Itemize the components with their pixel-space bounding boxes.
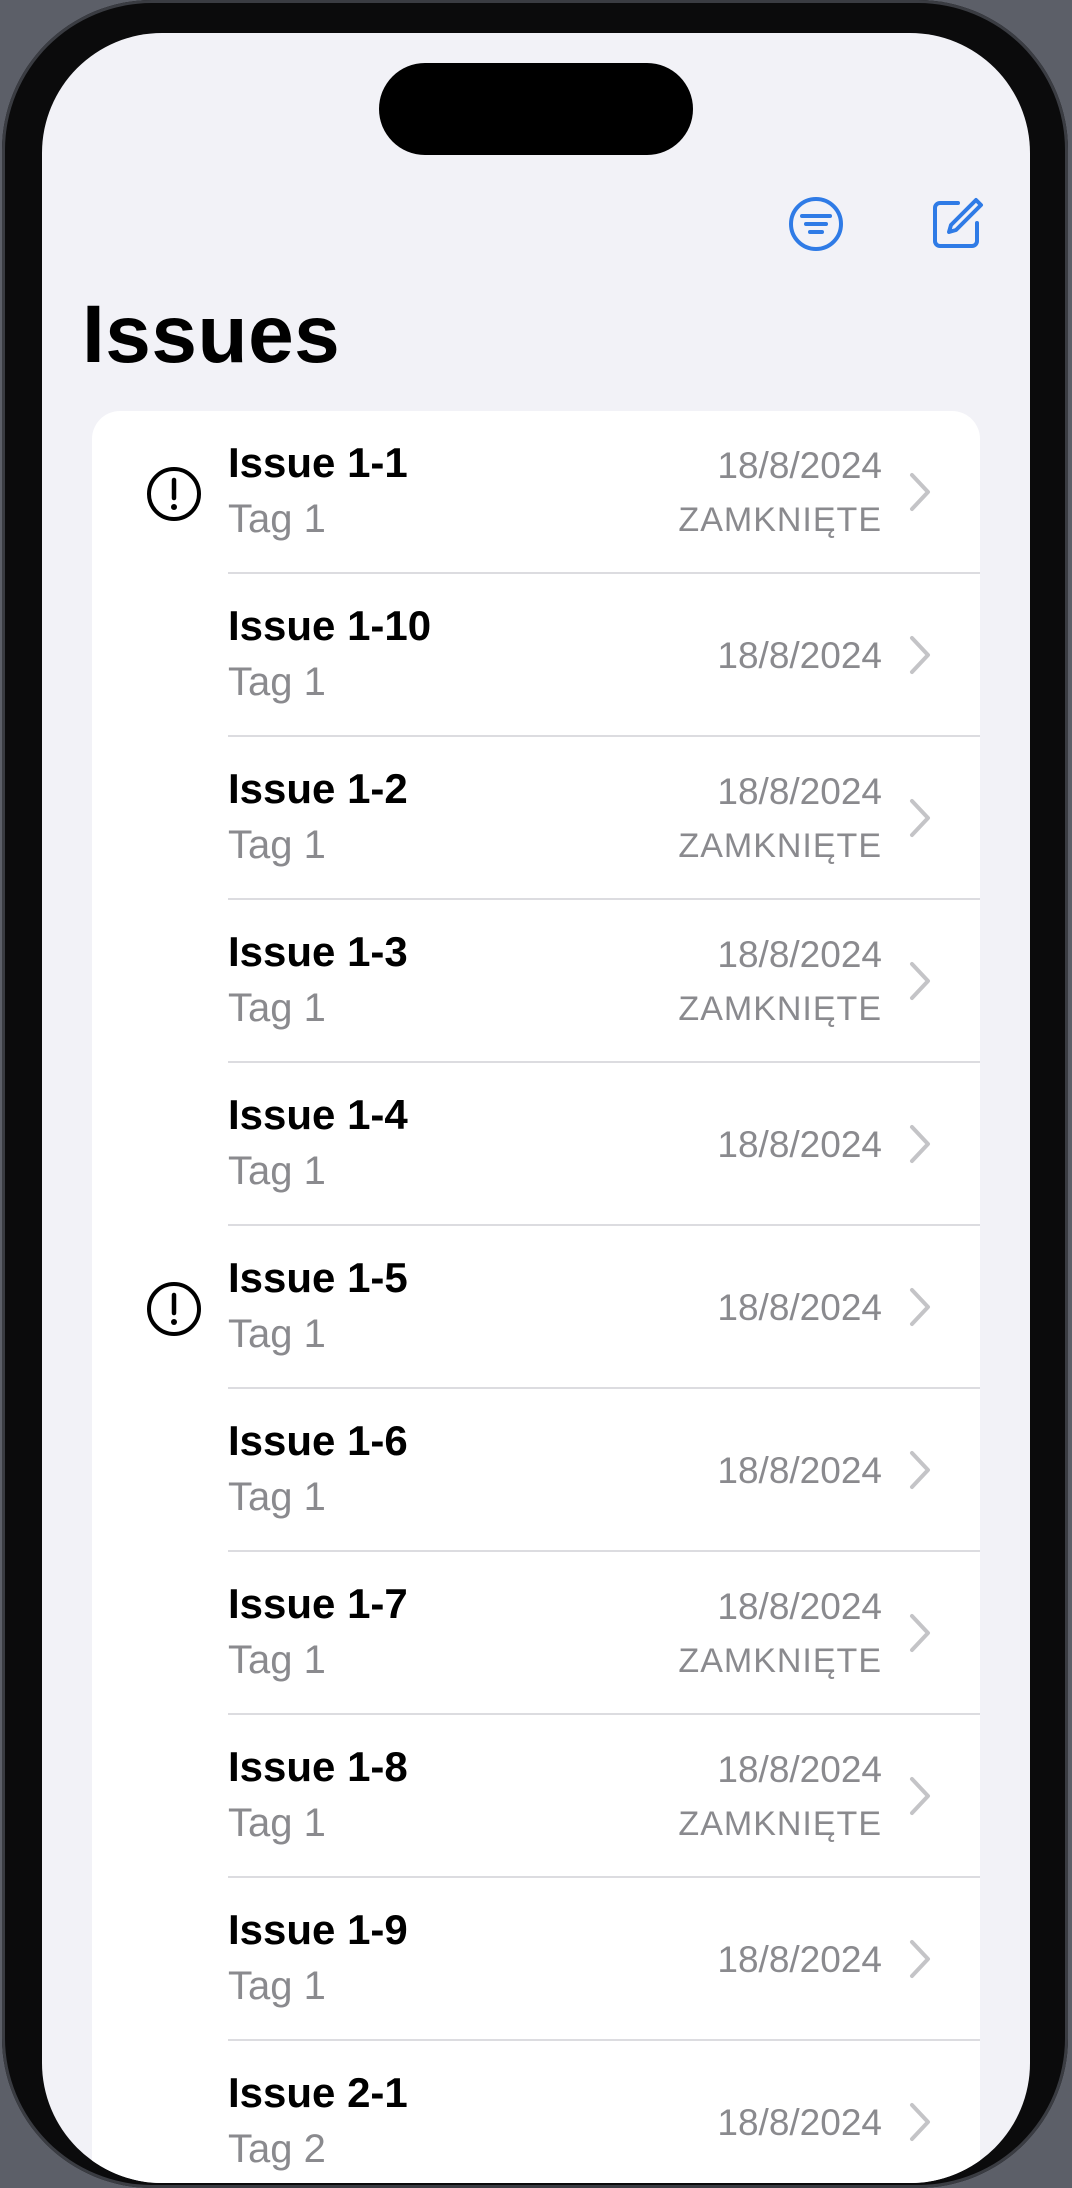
chevron-right-icon — [910, 799, 930, 837]
issue-meta: 18/8/2024 — [717, 1226, 882, 1389]
issue-tag: Tag 1 — [228, 1312, 326, 1356]
issue-tag: Tag 1 — [228, 660, 326, 704]
issue-tag: Tag 1 — [228, 1964, 326, 2008]
chevron-right-icon — [910, 1940, 930, 1978]
issue-tag: Tag 1 — [228, 1475, 326, 1519]
issue-title: Issue 2-1 — [228, 2069, 408, 2116]
issue-status: ZAMKNIĘTE — [678, 1804, 882, 1843]
issue-title: Issue 1-2 — [228, 765, 408, 812]
issue-status: ZAMKNIĘTE — [678, 1641, 882, 1680]
compose-icon — [933, 198, 983, 248]
issue-title: Issue 1-10 — [228, 602, 432, 649]
filter-button[interactable] — [785, 193, 847, 255]
issue-title: Issue 1-7 — [228, 1580, 408, 1627]
issue-date: 18/8/2024 — [717, 1286, 882, 1328]
issue-date: 18/8/2024 — [717, 1123, 882, 1165]
issue-date: 18/8/2024 — [717, 770, 882, 812]
exclamation-circle-icon — [147, 467, 201, 521]
chevron-right-icon — [910, 1451, 930, 1489]
issue-row[interactable]: Issue 1-8 Tag 1 18/8/2024 ZAMKNIĘTE — [92, 1715, 980, 1878]
issue-title: Issue 1-1 — [228, 439, 408, 486]
issue-date: 18/8/2024 — [717, 1938, 882, 1980]
chevron-right-icon — [910, 1125, 930, 1163]
issue-meta: 18/8/2024 ZAMKNIĘTE — [678, 1715, 882, 1878]
chevron-right-icon — [910, 1777, 930, 1815]
issue-status: ZAMKNIĘTE — [678, 826, 882, 865]
issue-date: 18/8/2024 — [717, 933, 882, 975]
device-bezel: Issues Issue 1-1 Tag 1 18/8/2024 ZAMKNIĘ… — [2, 0, 1068, 2188]
issue-row[interactable]: Issue 1-10 Tag 1 18/8/2024 — [92, 574, 980, 737]
chevron-right-icon — [910, 473, 930, 511]
issue-tag: Tag 1 — [228, 1638, 326, 1682]
issue-title: Issue 1-6 — [228, 1417, 408, 1464]
chevron-right-icon — [910, 1614, 930, 1652]
issue-tag: Tag 1 — [228, 1149, 326, 1193]
issue-date: 18/8/2024 — [717, 2101, 882, 2143]
issue-title: Issue 1-3 — [228, 928, 408, 975]
issue-date: 18/8/2024 — [717, 1449, 882, 1491]
chevron-right-icon — [910, 2103, 930, 2141]
compose-button[interactable] — [926, 193, 988, 255]
issue-status: ZAMKNIĘTE — [678, 989, 882, 1028]
issue-date: 18/8/2024 — [717, 1585, 882, 1627]
exclamation-circle-icon — [147, 1282, 201, 1336]
issue-row[interactable]: Issue 1-5 Tag 1 18/8/2024 — [92, 1226, 980, 1389]
issue-row[interactable]: Issue 1-3 Tag 1 18/8/2024 ZAMKNIĘTE — [92, 900, 980, 1063]
issue-title: Issue 1-5 — [228, 1254, 408, 1301]
dynamic-island — [379, 63, 693, 155]
issue-date: 18/8/2024 — [717, 444, 882, 486]
issue-meta: 18/8/2024 ZAMKNIĘTE — [678, 1552, 882, 1715]
chevron-right-icon — [910, 962, 930, 1000]
page-title: Issues — [82, 289, 341, 380]
issue-meta: 18/8/2024 — [717, 1389, 882, 1552]
issue-meta: 18/8/2024 ZAMKNIĘTE — [678, 411, 882, 574]
screen: Issues Issue 1-1 Tag 1 18/8/2024 ZAMKNIĘ… — [42, 33, 1030, 2183]
filter-circle-icon — [789, 197, 843, 251]
issue-row[interactable]: Issue 1-4 Tag 1 18/8/2024 — [92, 1063, 980, 1226]
chevron-right-icon — [910, 1288, 930, 1326]
issue-meta: 18/8/2024 — [717, 2041, 882, 2183]
issue-row[interactable]: Issue 1-1 Tag 1 18/8/2024 ZAMKNIĘTE — [92, 411, 980, 574]
issue-date: 18/8/2024 — [717, 634, 882, 676]
issue-title: Issue 1-9 — [228, 1906, 408, 1953]
issue-row[interactable]: Issue 1-9 Tag 1 18/8/2024 — [92, 1878, 980, 2041]
issue-meta: 18/8/2024 ZAMKNIĘTE — [678, 900, 882, 1063]
issue-meta: 18/8/2024 — [717, 1063, 882, 1226]
issue-status: ZAMKNIĘTE — [678, 500, 882, 539]
issue-tag: Tag 1 — [228, 986, 326, 1030]
issue-title: Issue 1-8 — [228, 1743, 408, 1790]
issue-row[interactable]: Issue 1-2 Tag 1 18/8/2024 ZAMKNIĘTE — [92, 737, 980, 900]
issue-tag: Tag 1 — [228, 823, 326, 867]
issue-meta: 18/8/2024 — [717, 1878, 882, 2041]
issue-title: Issue 1-4 — [228, 1091, 408, 1138]
issue-list: Issue 1-1 Tag 1 18/8/2024 ZAMKNIĘTE Issu… — [92, 411, 980, 2183]
issue-tag: Tag 1 — [228, 1801, 326, 1845]
device-frame: Issues Issue 1-1 Tag 1 18/8/2024 ZAMKNIĘ… — [0, 0, 1072, 2188]
issue-meta: 18/8/2024 — [717, 574, 882, 737]
issue-row[interactable]: Issue 2-1 Tag 2 18/8/2024 — [92, 2041, 980, 2183]
issue-tag: Tag 1 — [228, 497, 326, 541]
issue-date: 18/8/2024 — [717, 1748, 882, 1790]
issue-row[interactable]: Issue 1-7 Tag 1 18/8/2024 ZAMKNIĘTE — [92, 1552, 980, 1715]
issue-tag: Tag 2 — [228, 2127, 326, 2171]
issue-meta: 18/8/2024 ZAMKNIĘTE — [678, 737, 882, 900]
issue-row[interactable]: Issue 1-6 Tag 1 18/8/2024 — [92, 1389, 980, 1552]
chevron-right-icon — [910, 636, 930, 674]
